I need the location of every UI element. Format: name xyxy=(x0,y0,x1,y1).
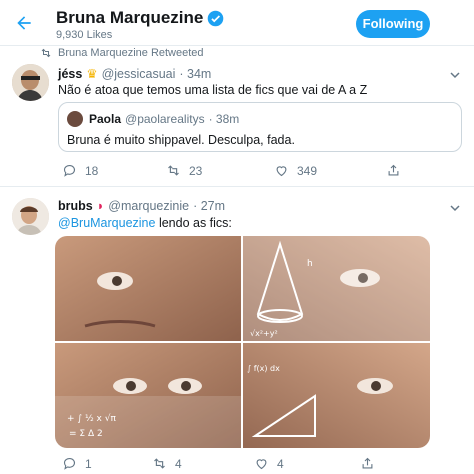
avatar[interactable] xyxy=(12,198,49,235)
share-icon xyxy=(362,457,373,469)
share-button[interactable] xyxy=(360,456,375,471)
verified-badge-icon xyxy=(208,10,224,26)
retweet-icon xyxy=(41,48,51,58)
quoted-tweet[interactable]: Paola @paolarealitys · 38m Bruna é muito… xyxy=(58,102,462,152)
chevron-down-icon[interactable] xyxy=(450,70,460,80)
heart-icon xyxy=(276,166,287,177)
tweet-header: jéss ♛ @jessicasuai · 34m xyxy=(58,66,211,82)
back-arrow-icon[interactable] xyxy=(14,13,34,33)
reply-button[interactable]: 1 xyxy=(62,456,92,471)
share-icon xyxy=(388,164,399,176)
author-handle[interactable]: @jessicasuai xyxy=(102,67,176,81)
author-name[interactable]: brubs xyxy=(58,199,93,213)
tweet-text: Não é atoa que temos uma lista de fics q… xyxy=(58,83,368,97)
author-name[interactable]: jéss xyxy=(58,67,82,81)
tweet-image[interactable]: h √x²+y² + ∫ ½ x √π = Σ Δ 2 ∫ f(x) dx xyxy=(55,236,430,448)
likes-count: 9,930 Likes xyxy=(56,29,113,41)
svg-text:∫ f(x) dx: ∫ f(x) dx xyxy=(247,364,280,373)
watermelon-emoji-icon: ◗ xyxy=(96,199,105,213)
author-handle[interactable]: @marquezinie xyxy=(108,199,189,213)
tweet-text: @BruMarquezine lendo as fics: xyxy=(58,216,232,230)
svg-text:= Σ Δ 2: = Σ Δ 2 xyxy=(69,429,103,439)
profile-name: Bruna Marquezine xyxy=(56,8,224,28)
avatar xyxy=(67,111,83,127)
tweet-time: · 38m xyxy=(208,112,240,126)
share-button[interactable] xyxy=(386,163,401,178)
svg-text:h: h xyxy=(307,259,313,269)
quoted-tweet-header: Paola @paolarealitys · 38m xyxy=(89,112,239,126)
svg-text:√x²+y²: √x²+y² xyxy=(250,329,278,338)
quoted-tweet-text: Bruna é muito shippavel. Desculpa, fada. xyxy=(67,133,295,147)
heart-icon xyxy=(256,459,267,470)
retweeted-by: Bruna Marquezine Retweeted xyxy=(40,47,204,59)
tweet-time[interactable]: · 27m xyxy=(193,199,225,213)
reply-icon xyxy=(63,164,76,177)
like-button[interactable]: 349 xyxy=(274,163,317,178)
tweet-time[interactable]: · 34m xyxy=(179,67,211,81)
profile-header: Bruna Marquezine 9,930 Likes Following xyxy=(0,0,474,46)
retweet-icon xyxy=(168,165,179,176)
reply-icon xyxy=(63,457,76,470)
tweet-header: brubs ◗ @marquezinie · 27m xyxy=(58,199,225,213)
chevron-down-icon[interactable] xyxy=(450,203,460,213)
author-name: Paola xyxy=(89,112,122,126)
retweet-button[interactable]: 4 xyxy=(152,456,182,471)
like-button[interactable]: 4 xyxy=(254,456,284,471)
avatar[interactable] xyxy=(12,64,49,101)
divider xyxy=(0,186,474,187)
reply-button[interactable]: 18 xyxy=(62,163,98,178)
mention-link[interactable]: @BruMarquezine xyxy=(58,216,155,230)
author-handle: @paolarealitys xyxy=(125,112,205,126)
crown-emoji-icon: ♛ xyxy=(86,67,98,81)
retweet-icon xyxy=(154,458,165,469)
svg-text:+ ∫ ½ x √π: + ∫ ½ x √π xyxy=(67,413,116,424)
following-button[interactable]: Following xyxy=(356,10,430,38)
retweet-button[interactable]: 23 xyxy=(166,163,202,178)
